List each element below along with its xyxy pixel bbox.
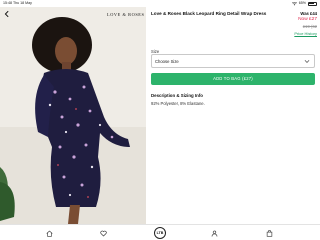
description-title[interactable]: Description & Sizing Info — [151, 93, 203, 98]
product-title: Love & Roses Black Leopard Ring Detail W… — [151, 11, 267, 16]
back-icon[interactable] — [3, 10, 11, 18]
status-bar: 15:48 Thu 18 May 65% — [0, 0, 320, 7]
nav-account[interactable] — [206, 225, 222, 240]
status-time-date: 15:48 Thu 18 May — [3, 0, 32, 7]
bag-icon — [266, 229, 272, 237]
nav-bag[interactable] — [261, 225, 277, 240]
bottom-nav: LTB — [0, 224, 320, 240]
ltb-logo: LTB — [154, 227, 166, 239]
home-icon — [45, 230, 53, 237]
chevron-down-icon — [304, 60, 310, 63]
nav-home[interactable] — [41, 225, 57, 240]
status-right: 65% — [291, 0, 317, 7]
size-select[interactable]: Choose Size — [151, 54, 315, 68]
heart-icon — [99, 230, 107, 236]
price-was: Was £44 — [300, 11, 317, 16]
nav-ltb[interactable]: LTB — [152, 225, 168, 240]
size-select-value: Choose Size — [155, 59, 179, 64]
wifi-icon — [291, 1, 297, 5]
price-original: £19 (62 — [302, 24, 317, 29]
status-time: 15:48 — [3, 1, 12, 5]
description-text: 92% Polyester, 8% Elastane. — [151, 101, 205, 106]
nav-wishlist[interactable] — [95, 225, 111, 240]
product-image-panel[interactable]: LOVE & ROSES — [0, 7, 146, 224]
price-now: Now £27 — [298, 17, 317, 22]
add-to-bag-button[interactable]: ADD TO BAG (£27) — [151, 73, 315, 85]
battery-percent: 65% — [298, 1, 306, 5]
product-details: Love & Roses Black Leopard Ring Detail W… — [151, 7, 317, 224]
battery-level — [309, 2, 314, 5]
battery-icon — [308, 1, 317, 6]
product-photo — [0, 7, 146, 224]
user-icon — [211, 230, 217, 237]
brand-logo: LOVE & ROSES — [107, 12, 145, 17]
status-date: Thu 18 May — [12, 1, 32, 5]
price-history-link[interactable]: Price History — [294, 31, 317, 36]
